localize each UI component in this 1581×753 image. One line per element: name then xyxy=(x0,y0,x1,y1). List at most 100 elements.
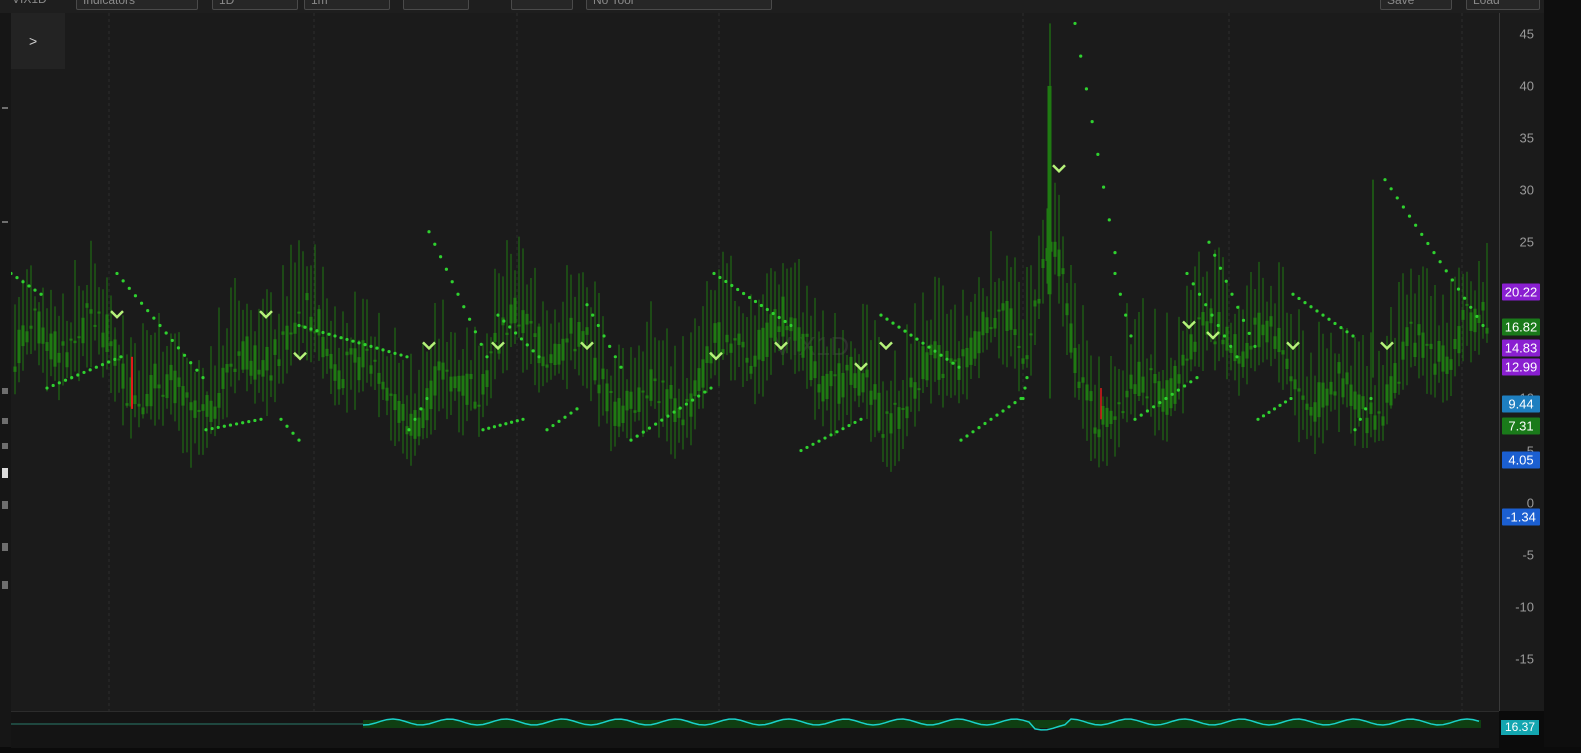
candle-body xyxy=(593,357,597,381)
candle-body xyxy=(881,434,885,438)
candle-body xyxy=(1381,416,1385,426)
chart-style-button[interactable] xyxy=(403,0,469,10)
sar-dot xyxy=(965,434,969,438)
sar-dot xyxy=(1327,317,1331,321)
link-button[interactable] xyxy=(511,0,573,10)
candle-body xyxy=(517,324,521,327)
sar-dot xyxy=(730,283,734,288)
sar-dot xyxy=(176,346,181,350)
sar-dot xyxy=(1256,417,1260,421)
tool-search-input[interactable]: No Tool xyxy=(586,0,772,10)
candle-body xyxy=(461,375,465,396)
sar-dot xyxy=(1253,344,1257,348)
candle-body xyxy=(169,364,173,381)
sar-dot xyxy=(1013,401,1017,405)
price-chart[interactable]: VIX1D xyxy=(9,13,1499,711)
expand-panel-button[interactable]: > xyxy=(11,13,65,69)
sar-dot xyxy=(504,422,508,426)
candle-body xyxy=(1305,403,1309,410)
interval-button[interactable]: 1m xyxy=(304,0,390,10)
candle-body xyxy=(637,387,641,412)
sar-dot xyxy=(1315,309,1319,313)
sar-dot xyxy=(291,431,295,435)
candle-body xyxy=(341,379,345,389)
sar-dot xyxy=(742,291,746,296)
sar-dot xyxy=(309,327,313,331)
sar-dot xyxy=(613,355,617,359)
sar-dot xyxy=(1139,413,1143,417)
candle-body xyxy=(145,393,149,407)
candle-body xyxy=(753,355,757,367)
drawing-tool-icon[interactable] xyxy=(2,418,8,424)
candle-body xyxy=(89,309,93,314)
symbol-field[interactable]: VIX1D xyxy=(6,0,66,10)
sar-dot xyxy=(216,425,220,430)
drawing-tool-icon[interactable] xyxy=(2,501,8,509)
candle-body xyxy=(105,314,109,352)
candle-body xyxy=(177,377,181,387)
sar-dot xyxy=(945,357,949,361)
candle-body xyxy=(981,311,985,336)
sar-dot xyxy=(921,341,925,345)
candle-body xyxy=(1121,411,1125,414)
candle-body xyxy=(549,354,553,364)
drawing-tool-icon[interactable] xyxy=(2,543,8,551)
drawing-tool-icon[interactable] xyxy=(2,388,8,394)
sar-dot xyxy=(509,420,514,424)
sar-dot xyxy=(718,275,722,280)
candle-body xyxy=(1181,354,1185,366)
sar-dot xyxy=(381,348,385,352)
drawing-tool-icon[interactable] xyxy=(2,443,8,449)
load-button[interactable]: Load xyxy=(1466,0,1540,10)
candle-body xyxy=(1189,334,1193,360)
candle-body xyxy=(1425,343,1429,346)
sar-dot xyxy=(375,346,379,350)
candle-body xyxy=(893,402,897,405)
timeframe-button[interactable]: 1D xyxy=(212,0,298,10)
sar-dot xyxy=(241,421,245,425)
candle-body xyxy=(849,356,853,385)
active-tool-icon[interactable] xyxy=(2,468,8,478)
sar-dot xyxy=(724,279,728,284)
sar-dot xyxy=(139,301,144,305)
sar-dot xyxy=(1351,334,1355,338)
candle-body xyxy=(413,410,417,439)
sar-dot xyxy=(170,338,174,343)
candle-body xyxy=(605,383,609,412)
candle-body xyxy=(833,374,837,377)
candle-body xyxy=(641,390,645,393)
candle-body xyxy=(1329,381,1333,395)
candle-body xyxy=(977,331,981,354)
sar-dot xyxy=(521,417,525,421)
candle-body xyxy=(337,370,341,390)
save-button[interactable]: Save xyxy=(1380,0,1452,10)
drawing-tool-icon[interactable] xyxy=(2,581,8,589)
chart-canvas[interactable]: VIX1D xyxy=(9,13,1499,711)
sar-dot xyxy=(1113,271,1117,276)
sar-dot xyxy=(829,433,833,437)
sar-dot xyxy=(551,423,555,428)
candle-body xyxy=(673,398,677,422)
candle-body xyxy=(373,359,377,362)
sar-dot xyxy=(76,373,80,377)
indicators-button[interactable]: Indicators xyxy=(76,0,198,10)
candle-body xyxy=(1361,396,1365,409)
signal-marker xyxy=(1052,164,1066,174)
candle-body xyxy=(457,375,461,392)
sar-dot xyxy=(247,420,251,424)
candle-body xyxy=(669,384,673,399)
sar-dot xyxy=(1395,196,1399,200)
candle-body xyxy=(889,413,893,434)
candle-body xyxy=(201,404,205,411)
sar-dot xyxy=(201,376,205,380)
candle-body xyxy=(229,363,233,367)
sar-dot xyxy=(513,331,518,335)
sar-dot xyxy=(1129,334,1133,338)
candle-body xyxy=(561,338,565,361)
candle-body xyxy=(1037,298,1041,304)
candle-body xyxy=(737,333,741,345)
candle-body xyxy=(821,375,825,402)
sar-dot xyxy=(363,343,367,347)
sar-dot xyxy=(1210,313,1214,317)
sar-dot xyxy=(1224,279,1228,283)
